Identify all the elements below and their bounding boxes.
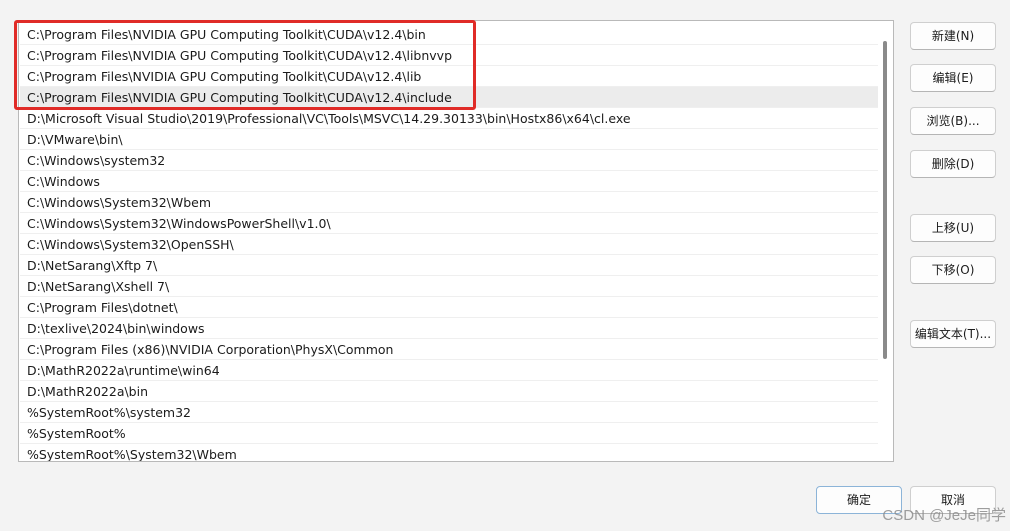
browse-button[interactable]: 浏览(B)...	[910, 107, 996, 135]
list-item[interactable]: C:\Program Files (x86)\NVIDIA Corporatio…	[20, 339, 878, 360]
delete-button[interactable]: 删除(D)	[910, 150, 996, 178]
list-item[interactable]: D:\MathR2022a\bin	[20, 381, 878, 402]
list-item[interactable]: D:\MathR2022a\runtime\win64	[20, 360, 878, 381]
list-item[interactable]: D:\NetSarang\Xshell 7\	[20, 276, 878, 297]
path-list[interactable]: C:\Program Files\NVIDIA GPU Computing To…	[18, 20, 894, 462]
list-item[interactable]: D:\texlive\2024\bin\windows	[20, 318, 878, 339]
edit-button[interactable]: 编辑(E)	[910, 64, 996, 92]
list-item[interactable]: C:\Windows\System32\WindowsPowerShell\v1…	[20, 213, 878, 234]
path-list-items: C:\Program Files\NVIDIA GPU Computing To…	[20, 24, 878, 461]
list-item[interactable]: C:\Windows\system32	[20, 150, 878, 171]
list-item[interactable]: C:\Program Files\NVIDIA GPU Computing To…	[20, 24, 878, 45]
list-item[interactable]: C:\Windows	[20, 171, 878, 192]
list-item[interactable]: D:\VMware\bin\	[20, 129, 878, 150]
list-item[interactable]: C:\Windows\System32\Wbem	[20, 192, 878, 213]
vertical-scrollbar-thumb[interactable]	[883, 41, 887, 359]
list-item[interactable]: D:\NetSarang\Xftp 7\	[20, 255, 878, 276]
list-item[interactable]: C:\Program Files\dotnet\	[20, 297, 878, 318]
list-item[interactable]: D:\Microsoft Visual Studio\2019\Professi…	[20, 108, 878, 129]
list-item[interactable]: C:\Windows\System32\OpenSSH\	[20, 234, 878, 255]
new-button[interactable]: 新建(N)	[910, 22, 996, 50]
move-up-button[interactable]: 上移(U)	[910, 214, 996, 242]
list-item-selected[interactable]: C:\Program Files\NVIDIA GPU Computing To…	[20, 87, 878, 108]
edit-text-button[interactable]: 编辑文本(T)...	[910, 320, 996, 348]
list-item[interactable]: %SystemRoot%\System32\Wbem	[20, 444, 878, 461]
list-item[interactable]: C:\Program Files\NVIDIA GPU Computing To…	[20, 66, 878, 87]
list-item[interactable]: %SystemRoot%\system32	[20, 402, 878, 423]
watermark-text: CSDN @JeJe同学	[882, 507, 1006, 524]
move-down-button[interactable]: 下移(O)	[910, 256, 996, 284]
list-item[interactable]: C:\Program Files\NVIDIA GPU Computing To…	[20, 45, 878, 66]
list-item[interactable]: %SystemRoot%	[20, 423, 878, 444]
